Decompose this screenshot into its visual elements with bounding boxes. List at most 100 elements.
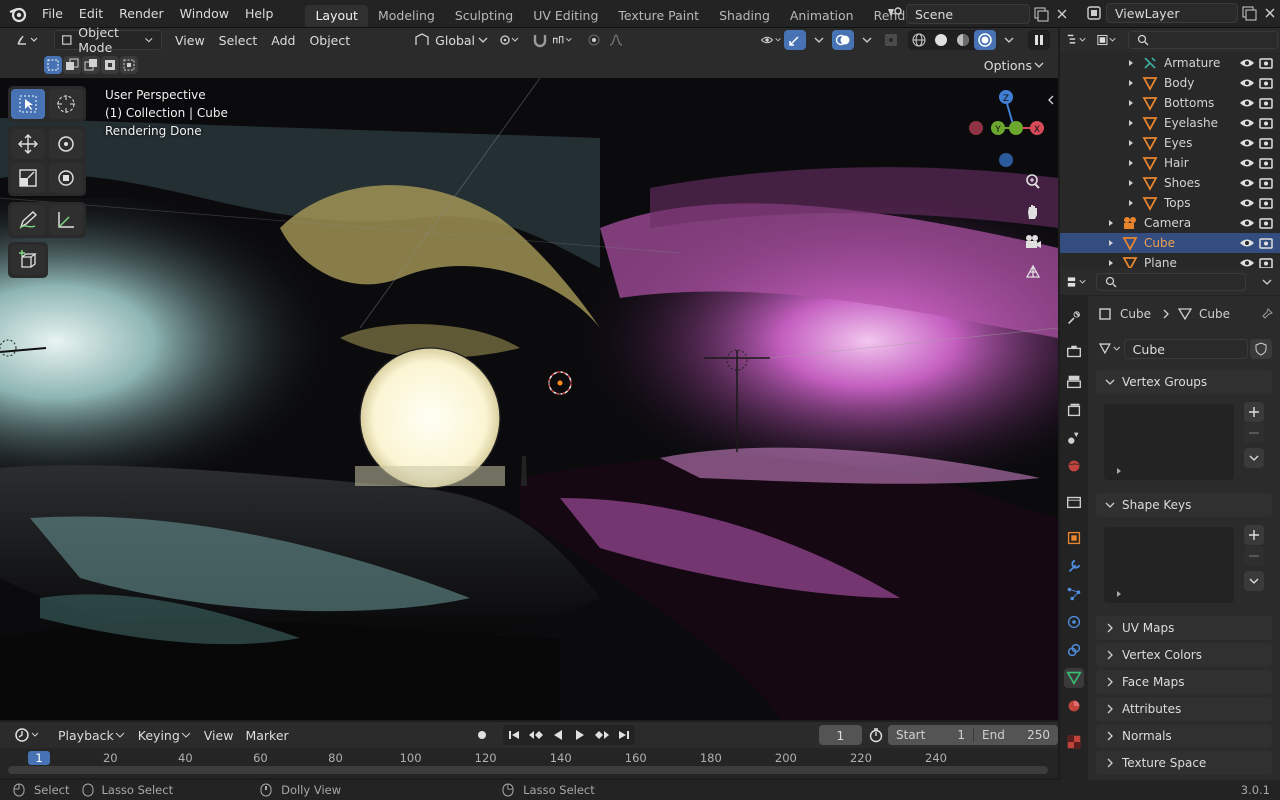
pan-button[interactable] — [1022, 202, 1044, 222]
outliner-item-eyelashe[interactable]: Eyelashe — [1060, 113, 1280, 133]
expand-caret-icon[interactable] — [1126, 58, 1136, 68]
overlays-toggle[interactable] — [832, 30, 854, 50]
scene-selector[interactable]: Scene — [884, 3, 1080, 25]
xray-toggle[interactable] — [880, 30, 902, 50]
mesh-data-browse-icon[interactable] — [1098, 341, 1124, 357]
use-preview-range-toggle[interactable] — [868, 725, 884, 745]
visibility-render-icons[interactable] — [1238, 135, 1276, 151]
visibility-render-icons[interactable] — [1238, 235, 1276, 251]
data-tab[interactable] — [1064, 668, 1084, 688]
menu-render[interactable]: Render — [111, 0, 172, 28]
shading-dropdown[interactable] — [998, 30, 1020, 50]
texture-tab[interactable] — [1064, 732, 1084, 752]
visibility-render-icons[interactable] — [1238, 75, 1276, 91]
current-frame-field[interactable]: 1 — [818, 725, 862, 745]
world-tab[interactable] — [1064, 456, 1084, 476]
view-layer-tab[interactable] — [1064, 400, 1084, 420]
expand-caret-icon[interactable] — [1106, 218, 1116, 228]
visibility-render-icons[interactable] — [1238, 155, 1276, 171]
vertex-group-specials-button[interactable] — [1244, 448, 1264, 468]
visibility-render-icons[interactable] — [1238, 255, 1276, 268]
outliner-item-eyes[interactable]: Eyes — [1060, 133, 1280, 153]
next-keyframe-button[interactable] — [591, 725, 613, 745]
play-button[interactable] — [569, 725, 591, 745]
output-tab[interactable] — [1064, 372, 1084, 392]
editor-type-button[interactable] — [8, 30, 46, 50]
panel-uv-maps[interactable]: UV Maps — [1096, 616, 1272, 640]
select-extend-button[interactable] — [63, 56, 81, 74]
add-vertex-group-button[interactable] — [1244, 402, 1264, 422]
outliner-item-armature[interactable]: Armature — [1060, 53, 1280, 73]
timeline-menu-keying[interactable]: Keying — [132, 725, 198, 745]
transform-tool[interactable] — [49, 163, 83, 193]
viewport-menu-add[interactable]: Add — [264, 30, 302, 50]
expand-caret-icon[interactable] — [1126, 138, 1136, 148]
visibility-render-icons[interactable] — [1238, 175, 1276, 191]
outliner-item-hair[interactable]: Hair — [1060, 153, 1280, 173]
view-layer-field[interactable]: ViewLayer — [1106, 3, 1238, 23]
annotate-tool[interactable] — [11, 205, 45, 235]
timeline-menu-marker[interactable]: Marker — [239, 725, 294, 745]
chevron-down-icon[interactable] — [1260, 275, 1274, 289]
select-new-button[interactable] — [44, 56, 62, 74]
solid-shading-button[interactable] — [930, 30, 952, 50]
gizmo-toggle[interactable] — [784, 30, 806, 50]
workspace-tab-sculpting[interactable]: Sculpting — [445, 5, 523, 27]
auto-keying-toggle[interactable] — [475, 725, 489, 745]
vertex-groups-list[interactable] — [1104, 404, 1234, 480]
close-icon[interactable] — [1260, 4, 1280, 22]
select-invert-button[interactable] — [101, 56, 119, 74]
expand-caret-icon[interactable] — [1126, 98, 1136, 108]
fake-user-button[interactable] — [1250, 339, 1272, 359]
expand-caret-icon[interactable] — [1126, 198, 1136, 208]
scale-tool[interactable] — [11, 163, 45, 193]
properties-search-input[interactable] — [1096, 272, 1246, 291]
outliner-editor-type-button[interactable] — [1066, 30, 1088, 50]
object-tab[interactable] — [1064, 528, 1084, 548]
shape-keys-panel-header[interactable]: Shape Keys — [1096, 493, 1272, 517]
shape-key-specials-button[interactable] — [1244, 571, 1264, 591]
menu-edit[interactable]: Edit — [71, 0, 111, 28]
navigation-gizmo[interactable]: Z X Y — [964, 86, 1048, 176]
select-subtract-button[interactable] — [82, 56, 100, 74]
select-intersect-button[interactable] — [120, 56, 138, 74]
outliner-item-cube[interactable]: Cube — [1060, 233, 1280, 253]
move-tool[interactable] — [11, 129, 45, 159]
expand-caret-icon[interactable] — [1126, 78, 1136, 88]
visibility-render-icons[interactable] — [1238, 215, 1276, 231]
display-mode-button[interactable] — [1096, 30, 1118, 50]
jump-end-button[interactable] — [613, 725, 635, 745]
expand-caret-icon[interactable] — [1106, 258, 1116, 268]
close-icon[interactable] — [1052, 5, 1072, 23]
workspace-tab-animation[interactable]: Animation — [780, 5, 864, 27]
measure-tool[interactable] — [49, 205, 83, 235]
play-reverse-button[interactable] — [547, 725, 569, 745]
menu-window[interactable]: Window — [172, 0, 237, 28]
workspace-tab-uv-editing[interactable]: UV Editing — [523, 5, 608, 27]
remove-shape-key-button[interactable] — [1244, 546, 1264, 566]
panel-vertex-colors[interactable]: Vertex Colors — [1096, 643, 1272, 667]
scene-tab[interactable] — [1064, 428, 1084, 448]
panel-attributes[interactable]: Attributes — [1096, 697, 1272, 721]
visibility-render-icons[interactable] — [1238, 115, 1276, 131]
workspace-tab-modeling[interactable]: Modeling — [368, 5, 445, 27]
visibility-button[interactable] — [760, 30, 782, 50]
particles-tab[interactable] — [1064, 584, 1084, 604]
visibility-render-icons[interactable] — [1238, 55, 1276, 71]
rotate-tool[interactable] — [49, 129, 83, 159]
tool-tab[interactable] — [1064, 308, 1084, 328]
physics-tab[interactable] — [1064, 612, 1084, 632]
current-frame-marker[interactable]: 1 — [28, 751, 50, 765]
add-shape-key-button[interactable] — [1244, 525, 1264, 545]
workspace-tab-texture-paint[interactable]: Texture Paint — [608, 5, 709, 27]
viewport-menu-select[interactable]: Select — [212, 30, 265, 50]
properties-editor-type-button[interactable] — [1066, 272, 1088, 292]
transform-orientation-dropdown[interactable]: Global — [407, 30, 497, 50]
select-box-tool[interactable] — [11, 89, 45, 119]
gizmo-dropdown[interactable] — [808, 30, 830, 50]
3d-viewport[interactable]: User Perspective (1) Collection | Cube R… — [0, 78, 1058, 720]
caret-right-icon[interactable] — [1114, 589, 1124, 599]
modifiers-tab[interactable] — [1064, 556, 1084, 576]
copy-view-layer-icon[interactable] — [1238, 4, 1260, 22]
pivot-point-button[interactable] — [497, 30, 519, 50]
